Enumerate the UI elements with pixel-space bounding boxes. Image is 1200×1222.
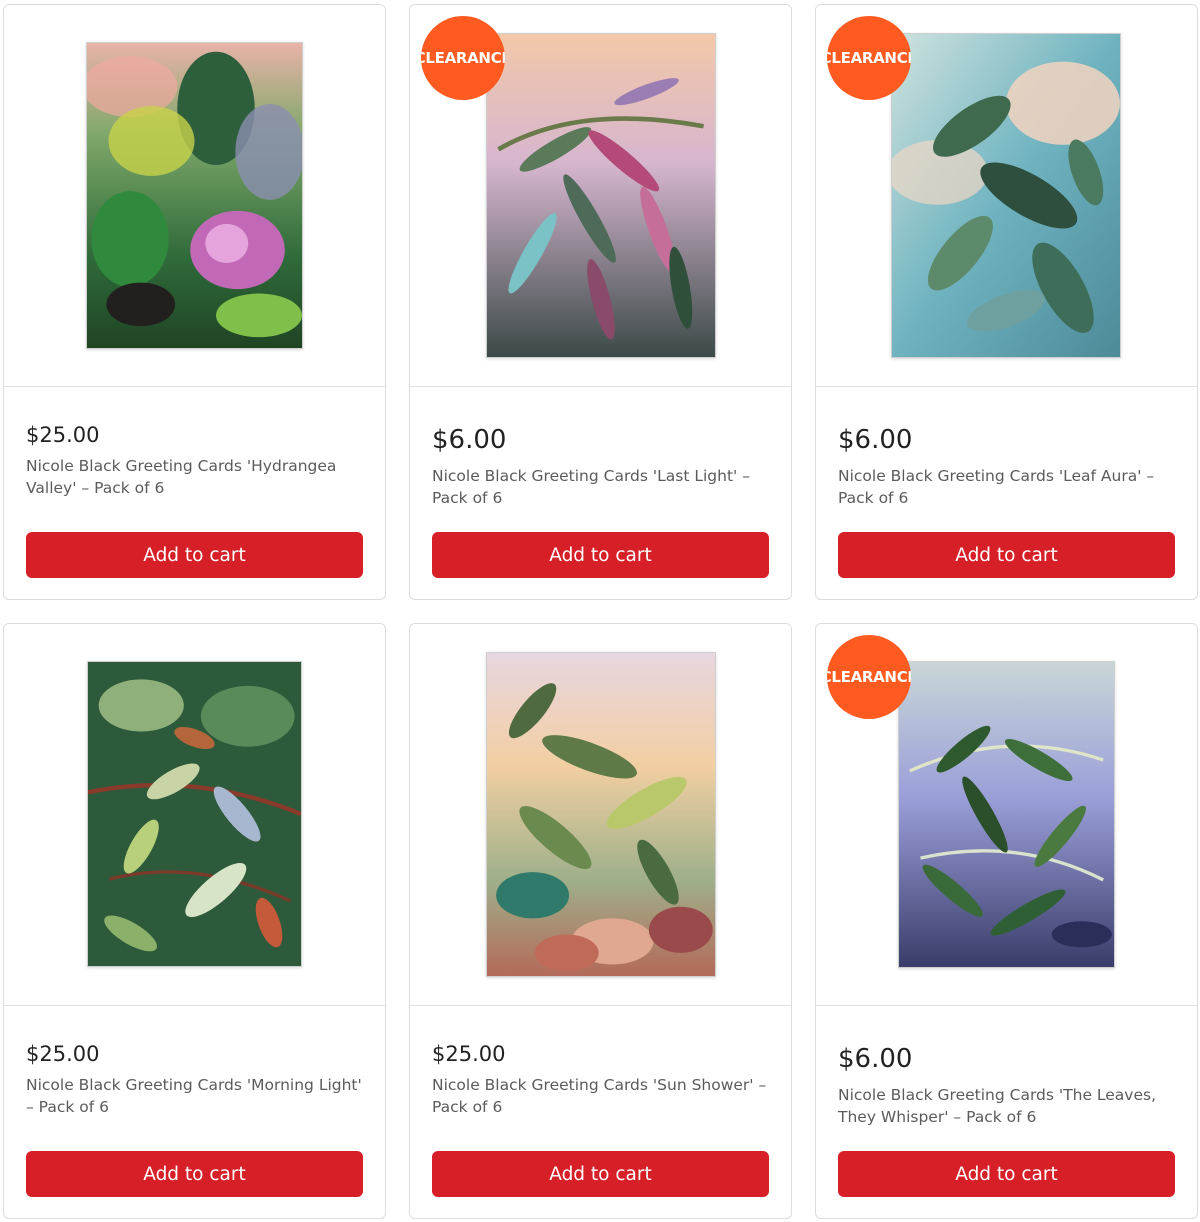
product-image-area[interactable]: [4, 5, 385, 387]
product-image[interactable]: [891, 33, 1121, 358]
product-image-area[interactable]: CLEARANCE: [816, 5, 1197, 387]
product-image-area[interactable]: [410, 624, 791, 1006]
product-image[interactable]: [898, 661, 1115, 968]
product-price: $25.00: [26, 1042, 100, 1066]
product-price: $25.00: [26, 423, 100, 447]
add-to-cart-button[interactable]: Add to cart: [26, 532, 363, 578]
product-image[interactable]: [86, 42, 303, 349]
product-card[interactable]: $25.00 Nicole Black Greeting Cards 'Morn…: [3, 623, 386, 1219]
product-card[interactable]: CLEARANCE: [815, 623, 1198, 1219]
product-title[interactable]: Nicole Black Greeting Cards 'Sun Shower'…: [432, 1074, 769, 1118]
add-to-cart-button[interactable]: Add to cart: [838, 532, 1175, 578]
clearance-badge: CLEARANCE: [421, 16, 505, 100]
product-image-area[interactable]: CLEARANCE: [816, 624, 1197, 1006]
product-image-area[interactable]: CLEARANCE: [410, 5, 791, 387]
add-to-cart-button[interactable]: Add to cart: [838, 1151, 1175, 1197]
product-card[interactable]: $25.00 Nicole Black Greeting Cards 'Hydr…: [3, 4, 386, 600]
product-title[interactable]: Nicole Black Greeting Cards 'Last Light'…: [432, 465, 769, 509]
add-to-cart-button[interactable]: Add to cart: [432, 1151, 769, 1197]
product-image[interactable]: [486, 33, 716, 358]
product-price: $6.00: [838, 425, 913, 455]
product-title[interactable]: Nicole Black Greeting Cards 'Leaf Aura' …: [838, 465, 1175, 509]
product-image-area[interactable]: [4, 624, 385, 1006]
product-image[interactable]: [87, 661, 302, 967]
product-card[interactable]: CLEARANCE: [409, 4, 792, 600]
product-card[interactable]: $25.00 Nicole Black Greeting Cards 'Sun …: [409, 623, 792, 1219]
product-title[interactable]: Nicole Black Greeting Cards 'The Leaves,…: [838, 1084, 1175, 1128]
add-to-cart-button[interactable]: Add to cart: [432, 532, 769, 578]
product-image[interactable]: [486, 652, 716, 977]
product-title[interactable]: Nicole Black Greeting Cards 'Hydrangea V…: [26, 455, 363, 499]
product-title[interactable]: Nicole Black Greeting Cards 'Morning Lig…: [26, 1074, 363, 1118]
product-price: $6.00: [838, 1044, 913, 1074]
clearance-badge: CLEARANCE: [827, 16, 911, 100]
add-to-cart-button[interactable]: Add to cart: [26, 1151, 363, 1197]
product-price: $6.00: [432, 425, 507, 455]
product-price: $25.00: [432, 1042, 506, 1066]
clearance-badge: CLEARANCE: [827, 635, 911, 719]
product-card[interactable]: CLEARANCE: [815, 4, 1198, 600]
